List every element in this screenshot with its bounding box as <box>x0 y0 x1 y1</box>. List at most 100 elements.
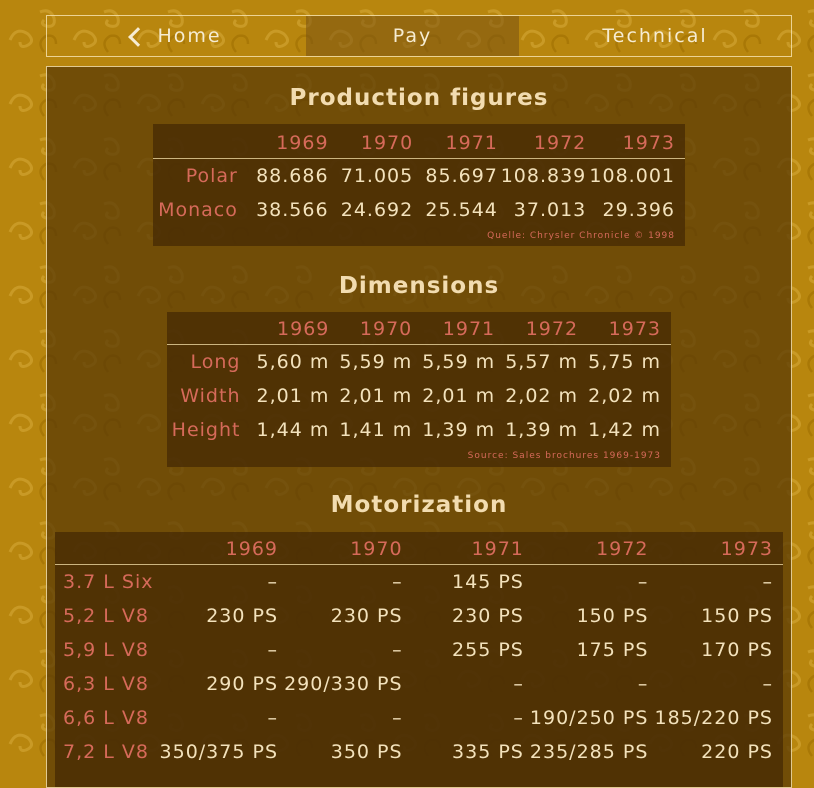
dimensions-header-row: 1969 1970 1971 1972 1973 <box>167 313 671 345</box>
dimensions-title: Dimensions <box>338 273 500 299</box>
production-year-header: 1973 <box>622 132 675 154</box>
dimensions-table: 1969 1970 1971 1972 1973 Long 5,60 m 5,59 m 5,59… <box>167 313 671 447</box>
production-cell: 85.697 <box>425 165 498 187</box>
motorization-cell: 220 PS <box>701 741 773 763</box>
dimensions-row-label: Height <box>171 419 241 441</box>
table-row: 5,9 L V8 – – 255 PS 175 PS 170 PS <box>55 633 783 667</box>
motorization-year-header: 1971 <box>471 538 524 560</box>
production-row-label: Polar <box>185 165 238 187</box>
motorization-cell: 350/375 PS <box>159 741 279 763</box>
motorization-year-header: 1970 <box>350 538 403 560</box>
dimensions-cell: 1,42 m <box>588 419 661 441</box>
motorization-cell: 170 PS <box>701 639 773 661</box>
motorization-year-header: 1972 <box>596 538 649 560</box>
motorization-cell: – <box>513 673 524 695</box>
dimensions-cell: 2,01 m <box>256 385 330 407</box>
production-cell: 24.692 <box>340 199 414 221</box>
production-table-body: 1969 1970 1971 1972 1973 Polar 88.686 71.005 85.… <box>153 127 685 227</box>
production-row-label: Monaco <box>158 199 238 221</box>
dimensions-cell: 1,41 m <box>339 419 413 441</box>
motorization-cell: 150 PS <box>701 605 773 627</box>
production-cell: 88.686 <box>256 165 329 187</box>
motorization-header-corner <box>55 533 153 565</box>
production-header-row: 1969 1970 1971 1972 1973 <box>153 127 685 159</box>
production-cell: 29.396 <box>602 199 675 221</box>
motorization-cell: 235/285 PS <box>529 741 649 763</box>
motorization-cell: 145 PS <box>452 571 524 593</box>
table-row: 6,6 L V8– – –190/250 PS 185/220 PS <box>55 701 783 735</box>
dimensions-cell: 5,59 m <box>422 351 496 373</box>
motorization-cell: – <box>267 571 279 593</box>
content-panel: Production figures 1969 1970 1971 1972 1973 P… <box>46 66 792 788</box>
production-cell: 108.001 <box>589 165 675 187</box>
dimensions-cell: 2,01 m <box>422 385 496 407</box>
dimensions-cell: 5,57 m <box>505 351 579 373</box>
dimensions-cell: 1,39 m <box>505 419 579 441</box>
dimensions-cell: 5,75 m <box>588 351 661 373</box>
motorization-cell: 150 PS <box>576 605 649 627</box>
nav-home-link[interactable]: Home <box>47 16 306 56</box>
motorization-cell: 230 PS <box>330 605 403 627</box>
dimensions-cell: 5,60 m <box>256 351 330 373</box>
table-row: 5,2 L V8 230 PS 230 PS 230 PS 150 PS 150 PS <box>55 599 783 633</box>
production-year-header: 1970 <box>360 132 414 154</box>
motorization-year-header: 1973 <box>720 538 773 560</box>
production-cell: 25.544 <box>425 199 498 221</box>
table-row: 6,3 L V8 290 PS 290/330 PS – – – <box>55 667 783 701</box>
table-row: Monaco 38.566 24.692 25.544 37.013 29.396 <box>153 193 685 227</box>
table-row: Polar 88.686 71.005 85.697 108.839 108.001 <box>153 159 685 193</box>
dimensions-row-label: Long <box>190 351 241 373</box>
motorization-table: 1969 1970 1971 1972 1973 3.7 L Six – –145 PS – –5… <box>55 533 783 769</box>
table-row: Width 2,01 m 2,01 m 2,01 m 2,02 m 2,02 m <box>167 379 671 413</box>
dimensions-cell: 1,44 m <box>256 419 330 441</box>
motorization-row-label: 5,2 L V8 <box>63 605 149 627</box>
nav-technical-label: Technical <box>602 25 708 47</box>
dimensions-row-label: Width <box>180 385 241 407</box>
production-table: 1969 1970 1971 1972 1973 Polar 88.686 71.005 85.… <box>153 127 685 227</box>
motorization-cell: – <box>392 639 403 661</box>
dimensions-year-header: 1971 <box>442 318 496 340</box>
production-cell: 37.013 <box>513 199 587 221</box>
motorization-cell: 255 PS <box>452 639 524 661</box>
dimensions-cell: 2,02 m <box>588 385 661 407</box>
motorization-header-row: 1969 1970 1971 1972 1973 <box>55 533 783 565</box>
motorization-cell: 350 PS <box>330 741 403 763</box>
production-year-header: 1971 <box>445 132 498 154</box>
motorization-cell: 230 PS <box>452 605 524 627</box>
motorization-cell: – <box>637 571 649 593</box>
table-row: 7,2 L V8 350/375 PS 350 PS 335 PS 235/285 PS… <box>55 735 783 769</box>
nav-home-label: Home <box>157 25 222 47</box>
motorization-row-label: 5,9 L V8 <box>63 639 149 661</box>
top-navigation: Home Pay Technical <box>46 15 792 57</box>
motorization-table-body: 1969 1970 1971 1972 1973 3.7 L Six – –145 PS – –5… <box>55 533 783 769</box>
motorization-cell: 290 PS <box>206 673 279 695</box>
production-year-header: 1969 <box>276 132 329 154</box>
production-cell: 108.839 <box>500 165 587 187</box>
motorization-cell: 290/330 PS <box>284 673 403 695</box>
motorization-row-label: 6,3 L V8 <box>63 673 149 695</box>
dimensions-cell: 1,39 m <box>422 419 496 441</box>
motorization-cell: 190/250 PS <box>529 707 649 729</box>
motorization-cell: 335 PS <box>452 741 524 763</box>
motorization-row-label: 3.7 L Six <box>63 571 154 593</box>
production-header-corner <box>153 127 244 159</box>
motorization-cell: – <box>267 639 279 661</box>
dimensions-header-corner <box>167 313 246 345</box>
dimensions-year-header: 1973 <box>608 318 661 340</box>
production-title: Production figures <box>289 85 549 111</box>
motorization-title: Motorization <box>330 492 508 518</box>
dimensions-year-header: 1970 <box>359 318 413 340</box>
dimensions-source: Source: Sales brochures 1969-1973 <box>467 451 661 461</box>
production-year-header: 1972 <box>533 132 587 154</box>
table-row: 3.7 L Six – – 145 PS – – <box>55 565 783 599</box>
dimensions-cell: 2,01 m <box>339 385 413 407</box>
motorization-cell: – <box>762 673 773 695</box>
table-row: Height 1,44 m 1,41 m 1,39 m 1,39 m 1,42 m <box>167 413 671 447</box>
motorization-cell: – <box>392 571 403 593</box>
motorization-cell: – <box>762 571 773 593</box>
nav-technical-tab[interactable]: Technical <box>519 16 791 56</box>
motorization-cell: – <box>392 707 403 729</box>
motorization-cell: – <box>637 673 649 695</box>
dimensions-year-header: 1972 <box>525 318 579 340</box>
nav-pay-tab[interactable]: Pay <box>306 16 519 56</box>
